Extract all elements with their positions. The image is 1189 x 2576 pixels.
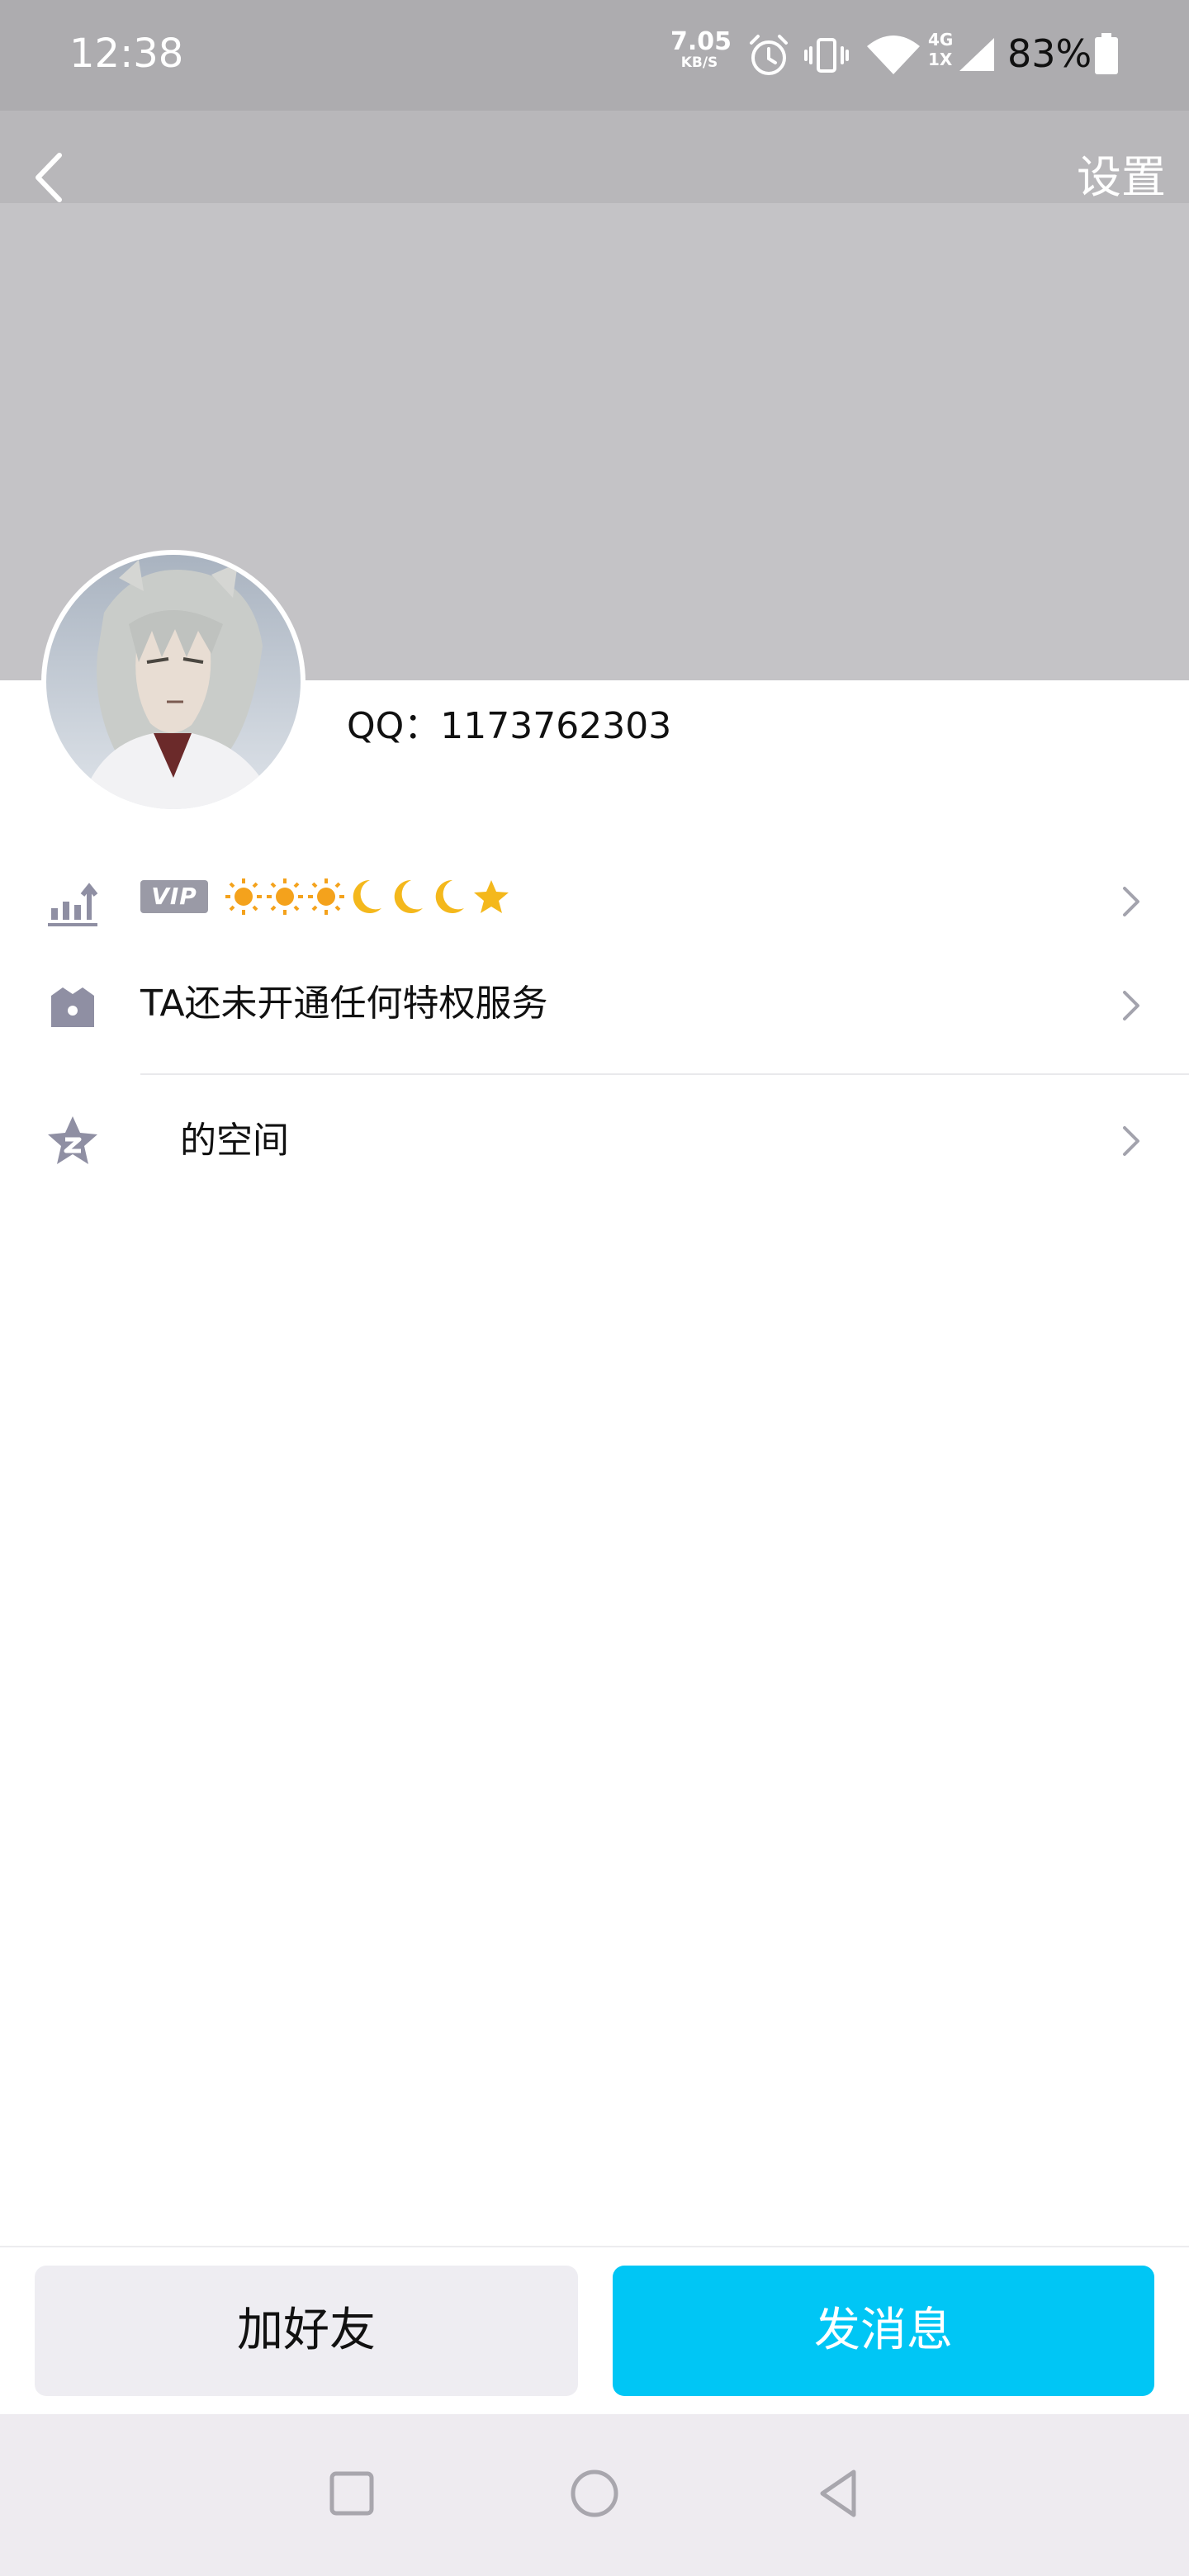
send-message-button[interactable]: 发消息 [613, 2266, 1154, 2396]
network-type-bottom: 1X [928, 50, 953, 69]
add-friend-button[interactable]: 加好友 [35, 2266, 578, 2396]
signal-icon [958, 31, 997, 79]
status-time: 12:38 [69, 31, 184, 77]
triangle-back-icon [820, 2469, 856, 2517]
network-speed-unit: KB/S [680, 54, 718, 71]
moon-icon [390, 874, 428, 920]
network-type: 4G 1X [928, 30, 961, 79]
sun-icon [266, 874, 304, 920]
chevron-left-icon [36, 153, 62, 202]
chevron-right-icon [1115, 1116, 1148, 1166]
qq-level-icons [225, 874, 510, 920]
avatar[interactable] [41, 550, 306, 814]
vibrate-icon [803, 31, 850, 79]
qzone-star-icon [43, 1111, 102, 1171]
moon-icon [348, 874, 386, 920]
home-button[interactable] [561, 2460, 628, 2526]
network-speed: 7.05 KB/S [670, 27, 732, 72]
privilege-label: TA还未开通任何特权服务 [140, 983, 548, 1025]
moon-icon [431, 874, 469, 920]
network-type-top: 4G [928, 30, 954, 50]
level-up-icon [43, 872, 102, 931]
recent-apps-button[interactable] [319, 2460, 385, 2526]
sun-icon [225, 874, 263, 920]
qq-number: QQ：1173762303 [347, 705, 672, 747]
top-bar [0, 111, 1189, 203]
star-icon [472, 874, 510, 920]
chevron-right-icon [1115, 877, 1148, 926]
alarm-icon [745, 31, 793, 79]
sun-icon [307, 874, 345, 920]
qzone-label: 的空间 [180, 1120, 289, 1162]
wifi-icon [865, 31, 921, 79]
avatar-image [46, 555, 301, 809]
battery-icon [1095, 33, 1118, 74]
square-icon [329, 2471, 374, 2516]
circle-icon [571, 2469, 618, 2517]
chevron-right-icon [1115, 981, 1148, 1030]
battery-level: 83% [1007, 31, 1092, 76]
network-speed-value: 7.05 [670, 27, 732, 56]
settings-button[interactable]: 设置 [1042, 140, 1166, 215]
row-divider [140, 1073, 1189, 1075]
crown-icon [43, 976, 102, 1035]
vip-badge: VIP [140, 880, 208, 913]
nav-back-button[interactable] [806, 2460, 872, 2526]
back-button[interactable] [23, 140, 73, 215]
qzone-row[interactable] [0, 1090, 1189, 1189]
